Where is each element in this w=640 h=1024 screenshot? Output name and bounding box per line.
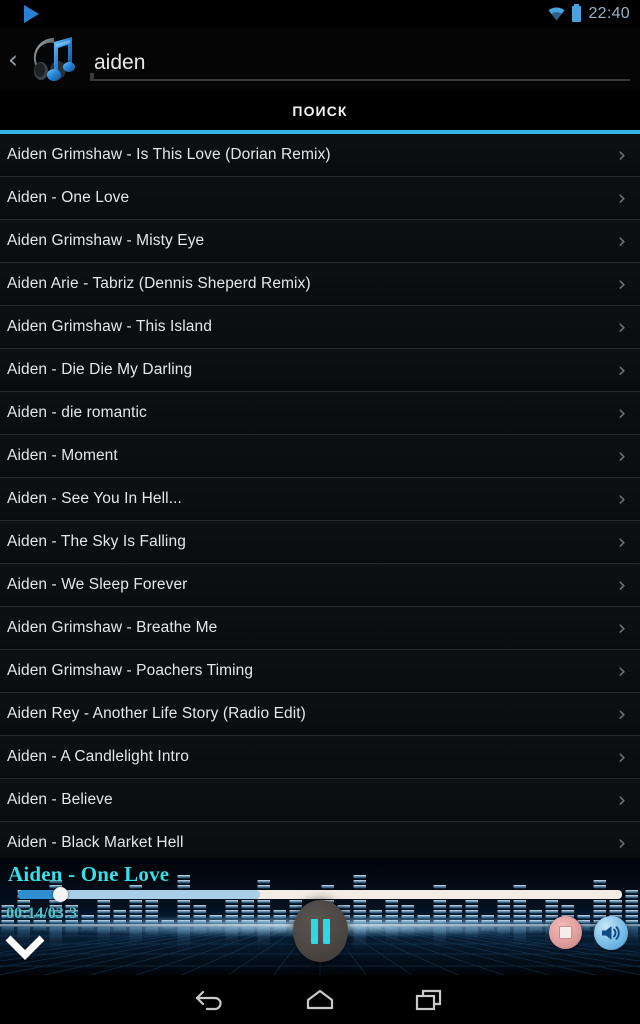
search-results-list[interactable]: Aiden Grimshaw - Is This Love (Dorian Re…	[0, 134, 640, 858]
track-title: Aiden - Moment	[7, 447, 118, 464]
tab-search[interactable]: ПОИСК	[0, 90, 640, 132]
table-row[interactable]: Aiden - Black Market Hell ›	[0, 822, 640, 858]
table-row[interactable]: Aiden Grimshaw - Is This Love (Dorian Re…	[0, 134, 640, 177]
track-title: Aiden - Black Market Hell	[7, 834, 184, 851]
chevron-right-icon: ›	[617, 529, 627, 554]
track-title: Aiden - We Sleep Forever	[7, 576, 188, 593]
track-title: Aiden Grimshaw - This Island	[7, 318, 212, 335]
table-row[interactable]: Aiden - The Sky Is Falling ›	[0, 521, 640, 564]
stop-button[interactable]	[549, 916, 582, 949]
track-title: Aiden - A Candlelight Intro	[7, 748, 189, 765]
table-row[interactable]: Aiden - A Candlelight Intro ›	[0, 736, 640, 779]
chevron-right-icon: ›	[617, 486, 627, 511]
chevron-right-icon: ›	[617, 744, 627, 769]
search-field-wrap[interactable]	[90, 37, 630, 81]
playback-time: 00:14/03:3	[6, 905, 78, 922]
chevron-right-icon: ›	[617, 314, 627, 339]
table-row[interactable]: Aiden - See You In Hell... ›	[0, 478, 640, 521]
table-row[interactable]: Aiden Grimshaw - This Island ›	[0, 306, 640, 349]
track-title: Aiden Grimshaw - Misty Eye	[7, 232, 205, 249]
tab-search-label: ПОИСК	[292, 103, 348, 119]
chevron-right-icon: ›	[617, 400, 627, 425]
android-nav-bar	[0, 975, 640, 1024]
chevron-right-icon: ›	[617, 357, 627, 382]
stop-icon	[559, 926, 572, 939]
table-row[interactable]: Aiden - Die Die My Darling ›	[0, 349, 640, 392]
collapse-player-button[interactable]	[2, 928, 48, 966]
pause-icon-bar-right	[323, 918, 330, 944]
status-bar-right: 22:40	[548, 4, 630, 23]
track-title: Aiden Grimshaw - Is This Love (Dorian Re…	[7, 146, 331, 163]
track-title: Aiden Grimshaw - Breathe Me	[7, 619, 218, 636]
chevron-right-icon: ›	[617, 271, 627, 296]
chevron-right-icon: ›	[617, 701, 627, 726]
pause-icon-bar-left	[311, 918, 318, 944]
search-header: ‹	[0, 28, 640, 90]
track-title: Aiden - Believe	[7, 791, 113, 808]
search-underline	[90, 73, 630, 81]
back-arrow-icon	[195, 990, 222, 1010]
nav-recents-button[interactable]	[375, 975, 485, 1024]
chevron-right-icon: ›	[617, 443, 627, 468]
table-row[interactable]: Aiden Grimshaw - Misty Eye ›	[0, 220, 640, 263]
wifi-icon	[548, 7, 565, 21]
status-clock: 22:40	[588, 5, 630, 22]
app-screen: 22:40 ‹ aiden ПОИСК Aiden Grimshaw - Is …	[0, 0, 640, 1024]
track-title: Aiden Rey - Another Life Story (Radio Ed…	[7, 705, 306, 722]
track-title: Aiden - One Love	[7, 189, 130, 206]
table-row[interactable]: Aiden - One Love ›	[0, 177, 640, 220]
volume-button[interactable]	[594, 916, 628, 950]
player-bar: Aiden - One Love 00:14/03:3	[0, 858, 640, 975]
chevron-right-icon: ›	[617, 615, 627, 640]
recent-apps-icon	[415, 989, 442, 1010]
chevron-right-icon: ›	[617, 142, 627, 167]
now-playing-title: Aiden - One Love	[8, 862, 170, 886]
table-row[interactable]: Aiden Grimshaw - Breathe Me ›	[0, 607, 640, 650]
table-row[interactable]: Aiden - Moment ›	[0, 435, 640, 478]
track-title: Aiden Arie - Tabriz (Dennis Sheperd Remi…	[7, 275, 311, 292]
nav-back-button[interactable]	[155, 975, 265, 1024]
music-note-headphone-icon	[24, 31, 82, 87]
track-title: Aiden Grimshaw - Poachers Timing	[7, 662, 254, 679]
chevron-right-icon: ›	[617, 658, 627, 683]
back-caret-icon[interactable]: ‹	[2, 47, 24, 72]
volume-speaker-icon	[602, 926, 620, 940]
play-triangle-icon	[24, 5, 39, 23]
seek-bar[interactable]	[18, 887, 622, 902]
track-title: Aiden - The Sky Is Falling	[7, 533, 186, 550]
track-title: Aiden - die romantic	[7, 404, 147, 421]
home-icon	[306, 989, 334, 1009]
table-row[interactable]: Aiden - We Sleep Forever ›	[0, 564, 640, 607]
track-title: Aiden - Die Die My Darling	[7, 361, 193, 378]
search-input[interactable]	[90, 51, 630, 81]
status-bar: 22:40	[0, 0, 640, 28]
chevron-right-icon: ›	[617, 572, 627, 597]
chevron-right-icon: ›	[617, 228, 627, 253]
table-row[interactable]: Aiden Grimshaw - Poachers Timing ›	[0, 650, 640, 693]
nav-home-button[interactable]	[265, 975, 375, 1024]
track-title: Aiden - See You In Hell...	[7, 490, 182, 507]
battery-icon	[572, 4, 582, 22]
chevron-right-icon: ›	[617, 185, 627, 210]
table-row[interactable]: Aiden Arie - Tabriz (Dennis Sheperd Remi…	[0, 263, 640, 306]
chevron-right-icon: ›	[617, 787, 627, 812]
chevron-right-icon: ›	[617, 830, 627, 855]
table-row[interactable]: Aiden - die romantic ›	[0, 392, 640, 435]
table-row[interactable]: Aiden Rey - Another Life Story (Radio Ed…	[0, 693, 640, 736]
table-row[interactable]: Aiden - Believe ›	[0, 779, 640, 822]
play-pause-button[interactable]	[293, 900, 348, 962]
